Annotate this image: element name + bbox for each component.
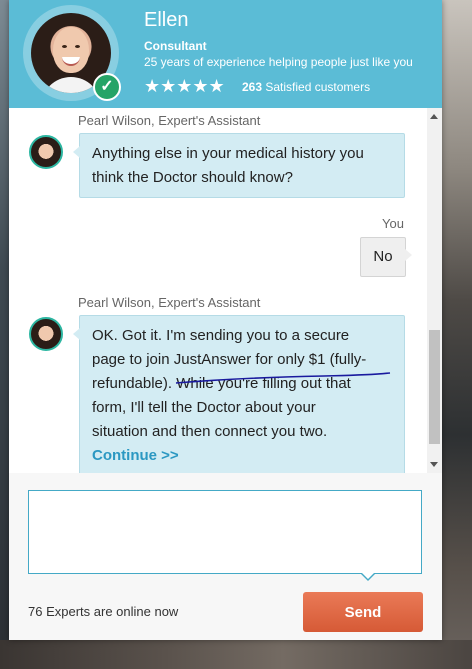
message-sender-you: You	[382, 216, 404, 231]
satisfied-count: 263	[242, 80, 263, 94]
expert-name: Ellen	[144, 9, 189, 31]
scroll-down-arrow-icon[interactable]	[430, 462, 438, 467]
assistant-avatar	[29, 317, 63, 351]
message-text-line: think the Doctor should know?	[92, 169, 293, 186]
satisfied-label: Satisfied customers	[265, 80, 371, 94]
assistant-avatar	[29, 135, 63, 169]
message-text-line: Anything else in your medical history yo…	[92, 145, 364, 162]
chat-scrollbar[interactable]	[427, 108, 442, 473]
scroll-up-arrow-icon[interactable]	[430, 114, 438, 119]
message-text-line: situation and then connect you two.	[92, 423, 328, 440]
message-text-line: OK. Got it. I'm sending you to a secure	[92, 327, 350, 344]
chat-widget: ✓ Ellen Consultant 25 years of experienc…	[9, 0, 442, 640]
message-text-line: form, I'll tell the Doctor about your	[92, 399, 316, 416]
message-sender: Pearl Wilson, Expert's Assistant	[78, 113, 261, 128]
expert-experience: 25 years of experience helping people ju…	[144, 55, 413, 69]
user-message: No	[360, 237, 412, 277]
handwritten-underline	[175, 372, 391, 384]
composer-area: 76 Experts are online now Send	[9, 473, 442, 640]
verified-check-icon: ✓	[93, 73, 121, 101]
satisfied-customers: 263 Satisfied customers	[242, 80, 370, 94]
continue-link[interactable]: Continue >>	[92, 444, 392, 468]
send-button[interactable]: Send	[303, 592, 423, 632]
expert-title: Consultant	[144, 39, 207, 53]
rating-stars-icon: ★★★★★	[144, 76, 225, 96]
assistant-message: Anything else in your medical history yo…	[73, 133, 405, 198]
scrollbar-thumb[interactable]	[429, 330, 440, 444]
message-sender: Pearl Wilson, Expert's Assistant	[78, 295, 261, 310]
chat-transcript[interactable]: Pearl Wilson, Expert's Assistant Anythin…	[9, 108, 442, 473]
expert-header: ✓ Ellen Consultant 25 years of experienc…	[9, 0, 442, 108]
expert-avatar-ring: ✓	[23, 5, 121, 101]
experts-online-text: 76 Experts are online now	[28, 604, 179, 619]
assistant-message: OK. Got it. I'm sending you to a secure …	[73, 315, 405, 473]
background-photo-right	[442, 0, 472, 669]
message-input[interactable]	[28, 490, 422, 574]
background-photo-bottom	[0, 640, 472, 669]
